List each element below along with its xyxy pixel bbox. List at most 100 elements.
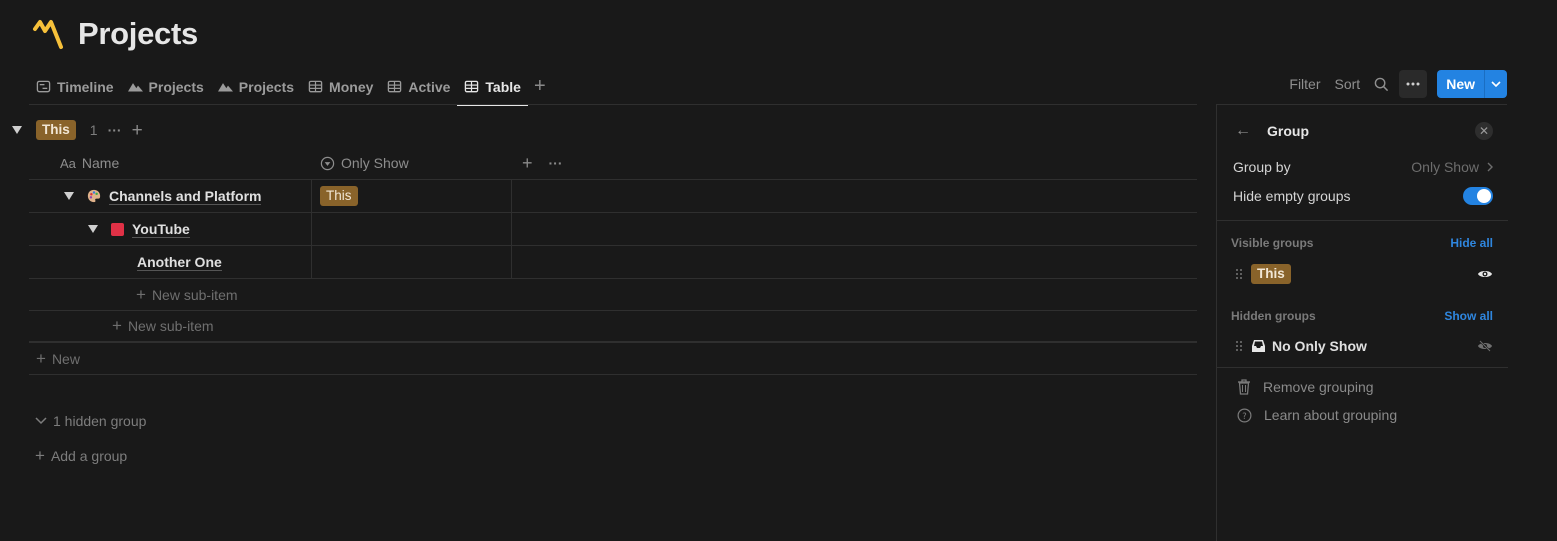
column-more-button[interactable]: ··· [549,155,563,171]
group-by-label: Group by [1233,159,1291,175]
tabs-divider [29,104,1197,105]
new-row-button[interactable]: + New [29,343,1197,375]
group-by-value-text: Only Show [1411,159,1479,175]
tab-active[interactable]: Active [380,68,457,105]
remove-grouping-button[interactable]: Remove grouping [1237,379,1374,395]
new-sub-item-button[interactable]: + New sub-item [29,279,1197,311]
new-dropdown-button[interactable] [1485,70,1507,98]
search-button[interactable] [1367,70,1395,98]
tab-table[interactable]: Table [457,68,528,106]
new-button[interactable]: New [1437,70,1485,98]
table-icon [388,80,402,93]
chevron-down-icon [1491,81,1501,87]
new-sub-item-button[interactable]: + New sub-item [29,311,1197,343]
hidden-groups-label: 1 hidden group [53,413,147,429]
group-more-button[interactable]: ··· [108,122,122,138]
group-by-value: Only Show [1411,159,1493,175]
drag-handle-icon[interactable] [1235,340,1243,352]
eye-icon[interactable] [1477,266,1493,282]
only-show-cell[interactable]: This [312,180,512,212]
tab-label: Timeline [57,78,114,95]
chevron-right-icon [1487,162,1493,172]
red-square-icon [111,222,124,236]
eye-off-icon[interactable] [1477,338,1493,354]
column-label: Only Show [341,155,409,171]
row-title[interactable]: YouTube [132,221,190,238]
panel-title: Group [1267,123,1309,139]
trash-icon [1238,379,1250,395]
filter-button[interactable]: Filter [1282,76,1327,92]
row-title[interactable]: Channels and Platform [109,188,262,205]
hide-empty-label: Hide empty groups [1233,188,1351,204]
column-header-name[interactable]: Aa Name [29,155,312,171]
plus-icon: + [36,348,46,368]
group-by-row[interactable]: Group by Only Show [1233,159,1493,175]
panel-header: ← Group ✕ [1235,122,1493,140]
group-header: This 1 ··· + [10,119,143,141]
tab-label: Projects [238,78,295,95]
collapse-group-toggle[interactable] [12,126,22,134]
group-add-button[interactable]: + [132,121,143,140]
name-cell[interactable]: YouTube [29,213,312,245]
name-cell[interactable]: Another One [29,246,312,278]
group-settings-panel: ← Group ✕ Group by Only Show Hide empty … [1216,104,1508,541]
show-all-button[interactable]: Show all [1444,309,1493,323]
add-view-button[interactable]: + [528,75,552,98]
table-icon [465,80,479,93]
add-property-button[interactable]: + [522,153,533,174]
mountain-icon [217,83,233,92]
tab-projects-1[interactable]: Projects [121,68,211,105]
new-button-group: New [1437,70,1507,98]
chevron-down-icon [35,417,47,425]
tab-timeline[interactable]: Timeline [29,68,121,105]
table-row[interactable]: Another One [29,246,1197,279]
view-tabs: Timeline Projects Projects Money Active … [29,68,552,106]
hidden-groups-toggle[interactable]: 1 hidden group [35,413,146,429]
hide-all-button[interactable]: Hide all [1450,236,1493,250]
text-property-icon: Aa [60,155,76,171]
search-icon [1374,77,1388,91]
palette-icon [87,189,101,203]
hidden-group-item: No Only Show [1235,338,1493,354]
plus-icon: + [136,284,146,304]
learn-grouping-label: Learn about grouping [1264,407,1398,423]
group-count: 1 [89,122,98,138]
only-show-cell[interactable] [312,246,512,278]
select-property-icon [320,156,335,170]
visible-groups-label: Visible groups [1231,236,1314,250]
more-options-button[interactable] [1399,70,1428,98]
name-cell[interactable]: Channels and Platform [29,180,312,212]
expand-toggle[interactable] [88,225,98,233]
group-tag: This [1251,264,1291,284]
back-arrow-icon[interactable]: ← [1235,122,1255,140]
hidden-groups-label: Hidden groups [1231,309,1316,323]
add-group-label: Add a group [50,448,128,464]
remove-grouping-label: Remove grouping [1263,379,1374,395]
hidden-group-label: No Only Show [1272,338,1367,354]
row-title[interactable]: Another One [137,254,222,271]
table-row[interactable]: YouTube [29,213,1197,246]
column-header-only-show[interactable]: Only Show [312,155,512,171]
column-label: Name [81,155,120,171]
add-group-button[interactable]: + Add a group [35,446,127,466]
expand-toggle[interactable] [64,192,74,200]
close-icon[interactable]: ✕ [1475,122,1493,140]
tab-label: Projects [148,78,204,95]
table-row[interactable]: Channels and Platform This [29,180,1197,213]
m-logo-icon [33,20,63,49]
timeline-icon [36,80,51,93]
divider [1217,367,1508,368]
tab-projects-2[interactable]: Projects [211,68,301,105]
page-title: Projects [32,16,198,52]
hide-empty-toggle[interactable] [1463,187,1493,205]
tab-money[interactable]: Money [301,68,380,105]
hidden-groups-header: Hidden groups Show all [1231,309,1493,323]
drag-handle-icon[interactable] [1235,268,1243,280]
learn-grouping-link[interactable]: ? Learn about grouping [1237,407,1397,423]
divider [1217,220,1508,221]
sort-button[interactable]: Sort [1328,76,1368,92]
hide-empty-groups-row: Hide empty groups [1233,187,1493,205]
column-actions: + ··· [512,153,563,174]
only-show-cell[interactable] [312,213,512,245]
plus-icon: + [112,316,122,335]
